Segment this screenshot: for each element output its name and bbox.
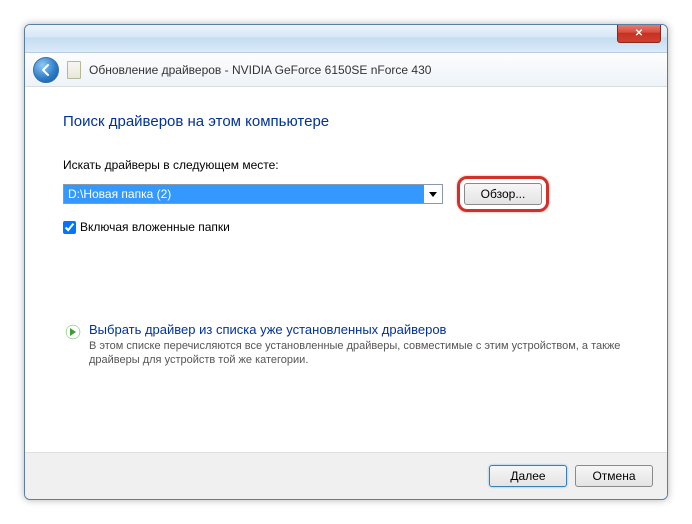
path-row: D:\Новая папка (2) Обзор...: [63, 176, 629, 212]
dialog-window: ✕ Обновление драйверов - NVIDIA GeForce …: [24, 24, 668, 500]
include-subfolders-label: Включая вложенные папки: [80, 220, 230, 234]
include-subfolders-row[interactable]: Включая вложенные папки: [63, 220, 629, 234]
back-button[interactable]: [33, 57, 59, 83]
page-heading: Поиск драйверов на этом компьютере: [63, 113, 629, 130]
device-icon: [67, 61, 81, 79]
next-button[interactable]: Далее: [489, 465, 567, 487]
chevron-down-icon: [429, 192, 437, 197]
path-label: Искать драйверы в следующем месте:: [63, 158, 629, 172]
navbar: Обновление драйверов - NVIDIA GeForce 61…: [25, 53, 667, 87]
include-subfolders-checkbox[interactable]: [63, 221, 76, 234]
dropdown-arrow[interactable]: [424, 192, 442, 197]
option-text: Выбрать драйвер из списка уже установлен…: [89, 322, 627, 367]
titlebar: ✕: [25, 25, 667, 53]
window-title: Обновление драйверов - NVIDIA GeForce 61…: [89, 63, 431, 77]
option-desc: В этом списке перечисляются все установл…: [89, 339, 627, 367]
browse-button[interactable]: Обзор...: [464, 183, 542, 205]
path-combobox[interactable]: D:\Новая папка (2): [63, 184, 443, 204]
content-area: Поиск драйверов на этом компьютере Искат…: [25, 87, 667, 381]
pick-from-list-option[interactable]: Выбрать драйвер из списка уже установлен…: [63, 318, 629, 371]
footer: Далее Отмена: [25, 453, 667, 499]
browse-highlight: Обзор...: [457, 176, 549, 212]
close-icon: ✕: [635, 28, 643, 39]
cancel-button[interactable]: Отмена: [575, 465, 653, 487]
option-title: Выбрать драйвер из списка уже установлен…: [89, 322, 627, 337]
close-button[interactable]: ✕: [617, 25, 661, 43]
arrow-left-icon: [39, 63, 53, 77]
path-value: D:\Новая папка (2): [64, 185, 424, 203]
arrow-right-icon: [65, 324, 81, 340]
